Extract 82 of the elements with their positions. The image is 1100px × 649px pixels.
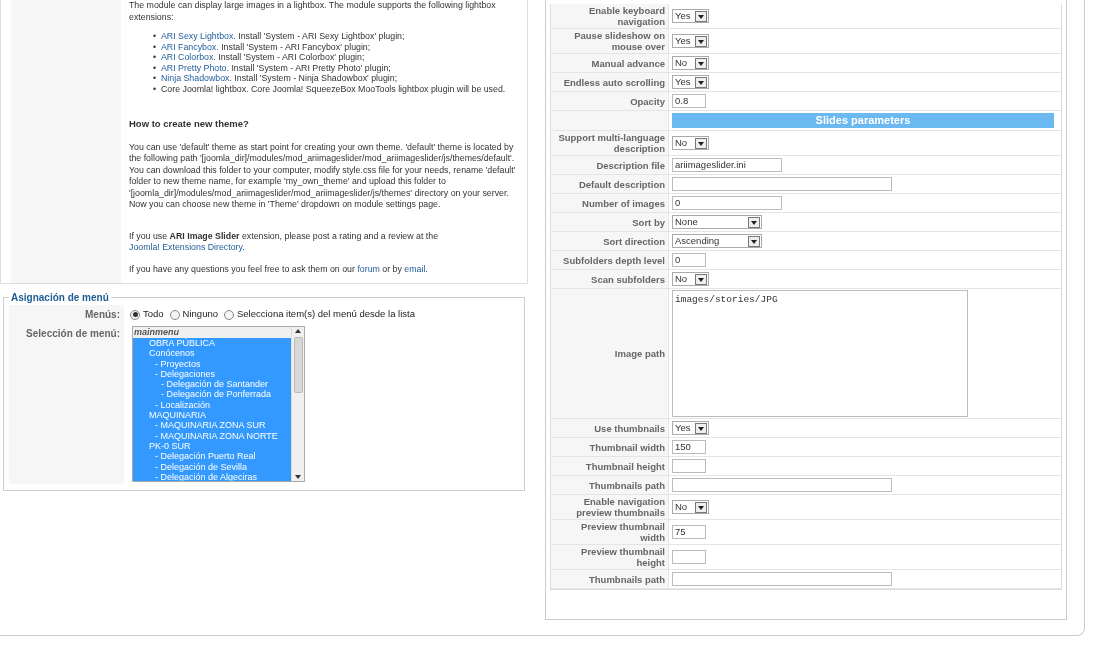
dropdown-select[interactable]: Yes [672, 9, 709, 23]
list-item-text: ARI Pretty Photo. Install 'System - ARI Pretty Photo' plugin; [161, 62, 391, 73]
radio-button[interactable] [130, 309, 140, 320]
field-label: Scan subfolders [591, 273, 665, 285]
dropdown-select[interactable]: Yes [672, 75, 709, 89]
field-label: Use thumbnails [594, 422, 665, 434]
dropdown-select[interactable]: Yes [672, 421, 709, 435]
forum-link[interactable]: forum [357, 263, 380, 274]
text-field[interactable]: ariimageslider.ini [672, 158, 782, 172]
dropdown-select[interactable]: Yes [672, 34, 709, 48]
field-label: Thumbnails path [589, 573, 665, 585]
lightbox-link[interactable]: ARI Pretty Photo. [161, 62, 229, 73]
dropdown-select[interactable]: None [672, 215, 762, 229]
lightbox-link[interactable]: ARI Colorbox. [161, 52, 216, 62]
field-label: Number of images [582, 197, 665, 209]
text-field[interactable] [672, 177, 892, 191]
field-label: Thumbnails path [589, 479, 665, 491]
field-label: Enable keyboard navigation [587, 5, 665, 27]
bullet: • [153, 83, 158, 94]
section-heading: How to create new theme? [129, 118, 250, 130]
scrollbar-thumb[interactable] [293, 337, 303, 393]
field-label: Image path [614, 348, 665, 359]
radio-label[interactable]: Todo [143, 307, 164, 322]
field-label: Selección de menú: [26, 327, 120, 341]
radio-button[interactable] [169, 309, 180, 320]
field-label: Subfolders depth level [563, 254, 665, 266]
field-label: Sort direction [603, 235, 665, 247]
dropdown-select[interactable]: Ascending [672, 234, 762, 248]
text-field[interactable] [672, 550, 706, 564]
list-item-text: ARI Sexy Lightbox. Install 'System - ARI Sexy Lightbox' plugin; [161, 31, 405, 42]
dropdown-select[interactable]: No [672, 500, 709, 514]
intro-text: The module can display large images in a lightbox. The module supports the following lightbox extensions: [129, 0, 497, 23]
text-field[interactable]: 0 [672, 253, 706, 267]
dropdown-select[interactable]: No [672, 272, 709, 286]
bullet: • [153, 31, 158, 42]
text-field[interactable] [672, 459, 706, 473]
text-field[interactable]: 150 [672, 440, 706, 454]
lightbox-link[interactable]: ARI Sexy Lightbox. [161, 31, 236, 41]
paragraph-text: You can use 'default' theme as start point for creating your own theme. 'default' theme is located by the following path '[joomla_dir]/modules/mod_ariimageslider/mod_ariimageslider/js/themes/default'. You can download this folder to your computer, modify style.css file for your needs, rename 'default' folder to new theme name, for example 'my_own_theme' and upload this folder to '[joomla_dir]/modules/mod_ariimageslider/mod_ariimageslider/js/themes' directory on your server. Now you can choose new theme in 'Theme' dropdown on module settings page. [129, 141, 517, 211]
bullet: • [153, 62, 158, 73]
list-item-text: Ninja Shadowbox. Install 'System - Ninja Shadowbox' plugin; [161, 73, 398, 84]
field-label: Description file [596, 159, 665, 171]
list-item-text: ARI Colorbox. Install 'System - ARI Colorbox' plugin; [161, 52, 365, 63]
field-label: Preview thumbnail height [580, 546, 665, 568]
field-label: Enable navigation preview thumbnails [575, 496, 665, 518]
radio-label[interactable]: Selecciona item(s) del menú desde la lista [237, 307, 415, 322]
field-label: Opacity [630, 95, 665, 107]
field-label: Thumbnail width [589, 441, 665, 453]
dropdown-select[interactable]: No [672, 56, 709, 70]
text-field[interactable]: 0 [672, 196, 782, 210]
lightbox-link[interactable]: Ninja Shadowbox. [161, 73, 232, 83]
lightbox-link[interactable]: ARI Fancybox. [161, 41, 219, 52]
list-item-text: ARI Fancybox. Install 'System - ARI Fancybox' plugin; [161, 41, 371, 52]
text-field[interactable] [672, 478, 892, 492]
panel-legend: Asignación de menú [9, 290, 111, 305]
scroll-up-arrow-icon[interactable] [295, 329, 301, 333]
paragraph-text: If you use ARI Image Slider extension, please post a rating and a review at the Joomla! Extensions Directory. [129, 230, 440, 254]
bullet: • [153, 41, 158, 52]
scroll-down-arrow-icon[interactable] [295, 475, 301, 479]
radio-label[interactable]: Ninguno [182, 307, 218, 322]
text-area[interactable]: images/stories/JPG [672, 290, 968, 417]
radio-button[interactable] [224, 309, 234, 320]
list-item-text: Core Joomla! lightbox. Core Joomla! SqueezeBox MooTools lightbox plugin will be used. [161, 83, 506, 94]
scrollbar[interactable] [291, 327, 304, 481]
field-label: Manual advance [591, 57, 665, 69]
text-field[interactable]: 0.8 [672, 94, 706, 108]
field-label: Thumbnail height [585, 460, 665, 472]
field-label: Support multi-language description [557, 132, 665, 154]
bullet: • [153, 52, 158, 63]
list-group-header: mainmenu [133, 327, 291, 338]
text-field[interactable]: 75 [672, 525, 706, 539]
text-field[interactable] [672, 572, 892, 586]
field-label: Pause slideshow on mouse over [573, 30, 665, 52]
field-label: Preview thumbnail width [580, 521, 665, 543]
field-label: Menús: [85, 308, 120, 322]
field-label: Endless auto scrolling [563, 76, 665, 88]
bullet: • [153, 73, 158, 84]
section-header: Slides parameters [672, 113, 1054, 128]
dropdown-select[interactable]: No [672, 136, 709, 150]
field-label: Sort by [632, 216, 665, 228]
field-label: Default description [578, 178, 665, 190]
paragraph-text: If you have any questions you feel free to ask them on our forum or by email. [129, 263, 429, 275]
